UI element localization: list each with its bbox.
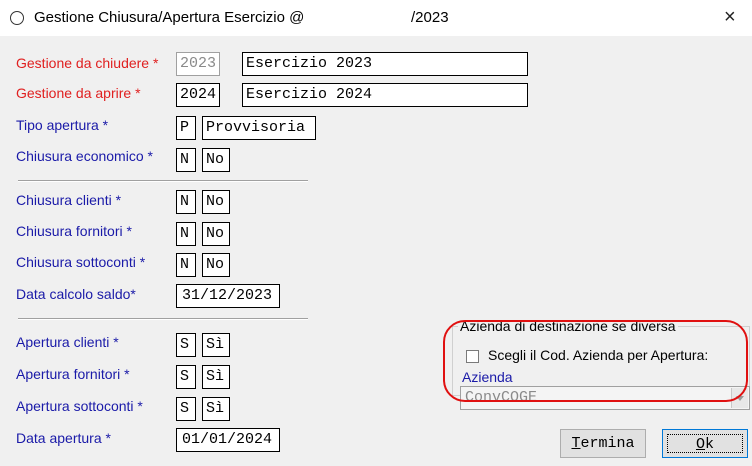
chiusura-sottoconti-label: Chiusura sottoconti * [16,254,146,270]
data-calcolo-saldo-field[interactable]: 31/12/2023 [176,284,280,308]
data-apertura-label: Data apertura * [16,430,111,446]
termina-label: ermina [580,435,635,452]
termina-button[interactable]: Termina [560,429,646,458]
apertura-fornitori-desc-field: Sì [202,365,230,389]
apertura-sottoconti-label: Apertura sottoconti * [16,398,143,414]
destination-group-title: Azienda di destinazione se diversa [458,318,678,334]
ok-accelerator: O [695,436,705,453]
circle-icon [10,11,24,25]
chiusura-fornitori-desc-field: No [202,222,230,246]
chiusura-sottoconti-code-field[interactable]: N [176,253,196,277]
termina-accelerator: T [571,435,581,452]
tipo-apertura-label: Tipo apertura * [16,117,109,133]
gestione-chiudere-label: Gestione da chiudere * [16,55,159,71]
title-bar: Gestione Chiusura/Apertura Esercizio @ /… [0,0,752,36]
ok-focus-rect: Ok [667,434,743,453]
chiusura-clienti-desc-field: No [202,190,230,214]
apertura-sottoconti-code-field[interactable]: S [176,397,196,421]
chiusura-fornitori-label: Chiusura fornitori * [16,223,132,239]
gestione-chiudere-code-field: 2023 [176,52,220,76]
apertura-clienti-desc-field: Sì [202,333,230,357]
window-title: Gestione Chiusura/Apertura Esercizio @ [34,9,305,26]
close-icon[interactable]: × [724,6,736,29]
window-title-year: /2023 [411,9,449,26]
separator [18,180,308,182]
chevron-down-icon [731,388,748,408]
chiusura-economico-desc-field: No [202,148,230,172]
chiusura-clienti-label: Chiusura clienti * [16,192,122,208]
gestione-aprire-code-field[interactable]: 2024 [176,83,220,107]
ok-button[interactable]: Ok [662,429,748,458]
ok-label: k [705,436,715,453]
chiusura-clienti-code-field[interactable]: N [176,190,196,214]
apertura-fornitori-code-field[interactable]: S [176,365,196,389]
apertura-sottoconti-desc-field: Sì [202,397,230,421]
chiusura-sottoconti-desc-field: No [202,253,230,277]
data-apertura-field[interactable]: 01/01/2024 [176,428,280,452]
chiusura-economico-label: Chiusura economico * [16,148,153,164]
scegli-azienda-checkbox-label[interactable]: Scegli il Cod. Azienda per Apertura: [488,347,708,363]
data-calcolo-saldo-label: Data calcolo saldo* [16,286,136,302]
apertura-fornitori-label: Apertura fornitori * [16,366,130,382]
tipo-apertura-code-field[interactable]: P [176,116,196,140]
gestione-aprire-label: Gestione da aprire * [16,85,141,101]
azienda-combobox: ConvCOGE [460,386,750,410]
separator [18,318,308,320]
apertura-clienti-code-field[interactable]: S [176,333,196,357]
gestione-aprire-desc-field: Esercizio 2024 [242,83,528,107]
azienda-label: Azienda [462,369,513,385]
gestione-chiudere-desc-field: Esercizio 2023 [242,52,528,76]
apertura-clienti-label: Apertura clienti * [16,334,119,350]
tipo-apertura-desc-field: Provvisoria [202,116,316,140]
azienda-combobox-value: ConvCOGE [465,389,538,406]
scegli-azienda-checkbox[interactable] [466,350,479,363]
chiusura-fornitori-code-field[interactable]: N [176,222,196,246]
chiusura-economico-code-field[interactable]: N [176,148,196,172]
